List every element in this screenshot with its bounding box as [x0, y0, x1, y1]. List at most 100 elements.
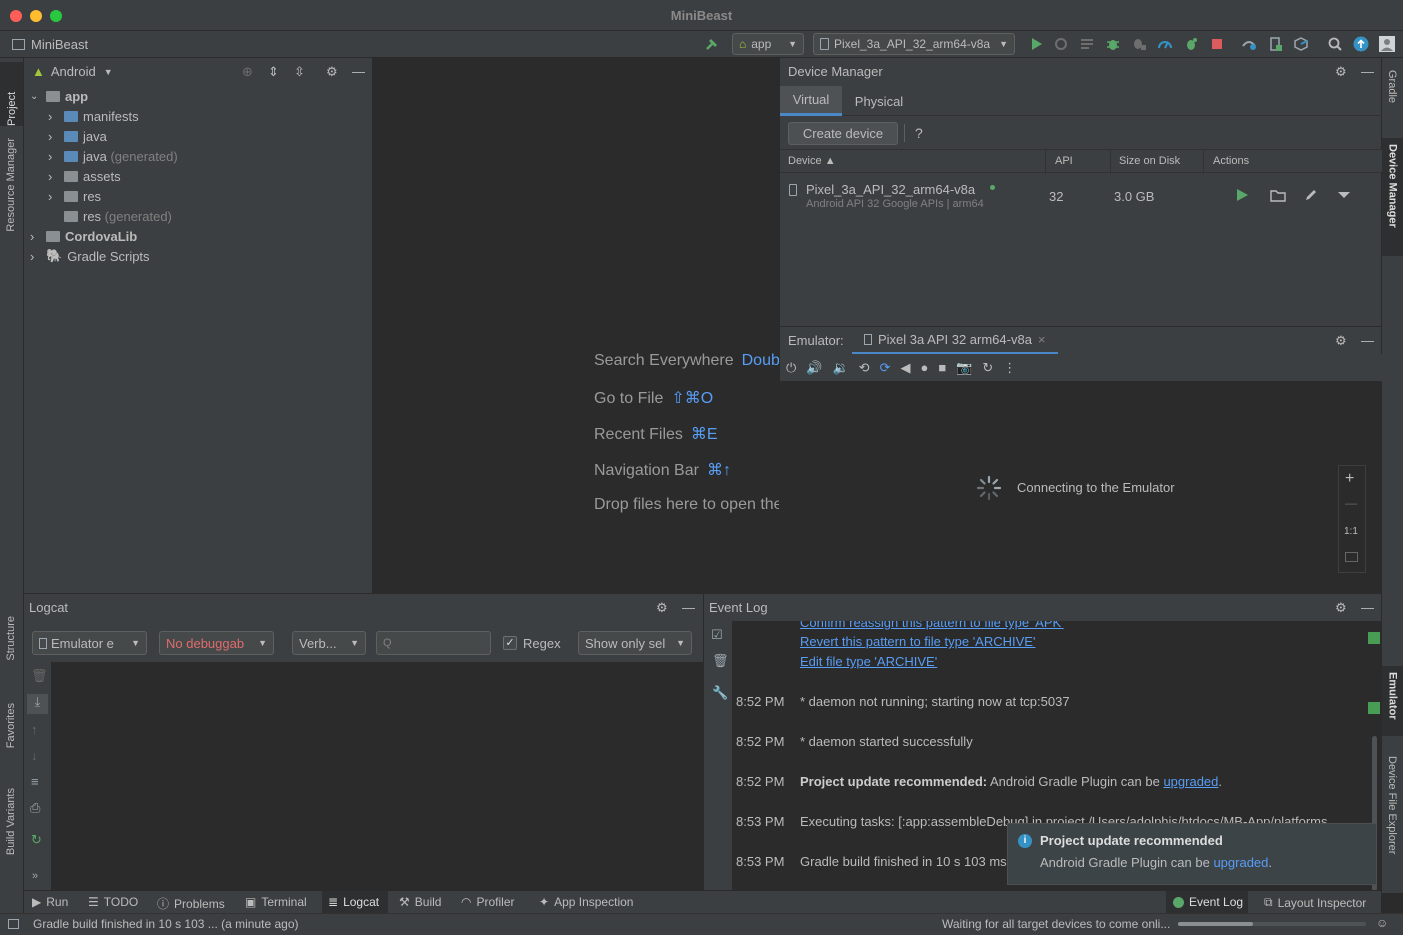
- run-config-combo[interactable]: ⌂ app ▼: [732, 33, 804, 55]
- tree-item-manifests[interactable]: › manifests: [48, 106, 139, 126]
- tab-app-inspection[interactable]: ✦ App Inspection: [539, 895, 633, 909]
- feedback-smiley-icon[interactable]: ☺: [1376, 916, 1388, 930]
- tree-item-cordovalib[interactable]: › CordovaLib: [30, 226, 137, 246]
- hide-panel-icon[interactable]: —: [1361, 64, 1374, 79]
- logcat-level-combo[interactable]: Verb... ▼: [292, 631, 366, 655]
- gear-icon[interactable]: ⚙: [656, 600, 668, 616]
- search-icon[interactable]: [1327, 36, 1343, 52]
- column-api[interactable]: API: [1055, 155, 1073, 167]
- volume-down-icon[interactable]: 🔉: [832, 360, 848, 376]
- trash-icon[interactable]: 🗑: [31, 668, 48, 684]
- folder-open-icon[interactable]: [1270, 188, 1286, 202]
- arrow-up-icon[interactable]: ↑: [31, 722, 38, 737]
- tab-layout-inspector[interactable]: ⧉ Layout Inspector: [1264, 895, 1366, 910]
- event-link[interactable]: Confirm reassign this pattern to file ty…: [800, 621, 1064, 630]
- wrench-settings-icon[interactable]: 🔧: [712, 685, 728, 701]
- tool-windows-toggle-icon[interactable]: [8, 919, 19, 929]
- run-icon[interactable]: [1028, 36, 1044, 52]
- mark-all-read-icon[interactable]: ☑: [711, 627, 723, 643]
- project-view-selector[interactable]: Android: [51, 64, 96, 79]
- hammer-build-icon[interactable]: [704, 36, 720, 52]
- event-link[interactable]: Edit file type 'ARCHIVE': [800, 654, 937, 669]
- tab-profiler[interactable]: ◠ Profiler: [461, 895, 515, 909]
- edit-pencil-icon[interactable]: [1304, 188, 1318, 202]
- expand-all-icon[interactable]: ⇕: [268, 64, 279, 80]
- gear-icon[interactable]: ⚙: [1335, 64, 1347, 80]
- volume-up-icon[interactable]: 🔊: [806, 360, 822, 376]
- column-device[interactable]: Device ▲: [788, 155, 836, 167]
- sync-gradle-icon[interactable]: [1241, 36, 1257, 52]
- print-icon[interactable]: ⎙: [30, 800, 40, 816]
- device-manager-tool-button[interactable]: Device Manager: [1382, 138, 1403, 256]
- debug-icon[interactable]: [1105, 36, 1121, 52]
- status-background-task[interactable]: Waiting for all target devices to come o…: [942, 917, 1170, 931]
- back-icon[interactable]: ◀: [900, 360, 910, 376]
- restart-icon[interactable]: ↻: [31, 832, 42, 848]
- favorites-tool-button[interactable]: Favorites: [5, 703, 17, 751]
- tab-run[interactable]: ▶ Run: [32, 895, 68, 909]
- event-link[interactable]: Revert this pattern to file type 'ARCHIV…: [800, 634, 1035, 649]
- tree-item-java[interactable]: › java: [48, 126, 107, 146]
- arrow-down-icon[interactable]: ↓: [31, 748, 38, 763]
- status-message[interactable]: Gradle build finished in 10 s 103 ... (a…: [33, 917, 299, 931]
- hide-panel-icon[interactable]: —: [1361, 333, 1374, 348]
- sdk-manager-icon[interactable]: [1293, 36, 1309, 52]
- apply-changes-icon[interactable]: [1053, 36, 1069, 52]
- chevron-down-icon[interactable]: ▼: [104, 67, 113, 77]
- collapse-all-icon[interactable]: ⇳: [294, 64, 305, 80]
- trash-icon[interactable]: 🗑: [712, 653, 729, 669]
- fit-screen-icon[interactable]: [1345, 552, 1358, 562]
- device-manager-icon[interactable]: [1267, 36, 1283, 52]
- snapshot-icon[interactable]: ↻: [982, 360, 993, 376]
- logcat-search-input[interactable]: Q: [376, 631, 491, 655]
- scroll-to-end-icon[interactable]: ⤓: [27, 694, 48, 714]
- tree-item-res-generated[interactable]: res (generated): [64, 206, 172, 226]
- gear-icon[interactable]: ⚙: [1335, 600, 1347, 616]
- device-file-explorer-tool-button[interactable]: Device File Explorer: [1386, 756, 1398, 857]
- launch-device-icon[interactable]: [1235, 188, 1249, 202]
- more-chevron-icon[interactable]: »: [32, 870, 38, 882]
- overview-icon[interactable]: ■: [938, 360, 946, 375]
- tab-terminal[interactable]: ▣ Terminal: [245, 895, 307, 909]
- account-icon[interactable]: [1379, 36, 1395, 52]
- hide-panel-icon[interactable]: —: [1361, 600, 1374, 615]
- tab-virtual[interactable]: Virtual: [780, 86, 842, 116]
- emulator-device-tab[interactable]: Pixel 3a API 32 arm64-v8a ×: [852, 327, 1058, 354]
- zoom-in-icon[interactable]: +: [1345, 470, 1354, 488]
- emulator-tool-button[interactable]: Emulator: [1382, 666, 1403, 736]
- locate-icon[interactable]: ⊕: [242, 64, 253, 80]
- gear-icon[interactable]: ⚙: [1335, 333, 1347, 349]
- device-row[interactable]: Pixel_3a_API_32_arm64-v8a Android API 32…: [780, 176, 1382, 218]
- tab-build[interactable]: ⚒ Build: [399, 895, 441, 909]
- gear-icon[interactable]: ⚙: [326, 64, 338, 80]
- upgrade-link[interactable]: upgraded: [1163, 774, 1218, 789]
- apply-code-changes-icon[interactable]: [1079, 36, 1095, 52]
- tree-item-assets[interactable]: › assets: [48, 166, 121, 186]
- gradle-tool-button[interactable]: Gradle: [1386, 70, 1398, 106]
- profile-icon[interactable]: [1157, 36, 1173, 52]
- project-tool-button[interactable]: Project: [0, 62, 23, 126]
- resource-manager-tool-button[interactable]: Resource Manager: [5, 138, 17, 232]
- tab-event-log[interactable]: Event Log: [1173, 895, 1243, 909]
- power-icon[interactable]: ⏻: [786, 360, 796, 376]
- rotate-left-icon[interactable]: ⟲: [859, 360, 870, 376]
- tab-problems[interactable]: ⓘ Problems: [157, 895, 225, 912]
- more-vertical-icon[interactable]: ⋮: [1003, 360, 1016, 376]
- rotate-right-icon[interactable]: ⟳: [880, 360, 891, 376]
- hide-panel-icon[interactable]: —: [682, 600, 695, 615]
- notification-balloon[interactable]: i Project update recommended Android Gra…: [1007, 823, 1377, 885]
- soft-wrap-icon[interactable]: ≡: [31, 774, 39, 789]
- device-combo[interactable]: Pixel_3a_API_32_arm64-v8a ▼: [813, 33, 1015, 55]
- stop-icon[interactable]: [1209, 36, 1225, 52]
- project-breadcrumb[interactable]: MiniBeast: [12, 37, 88, 52]
- close-tab-icon[interactable]: ×: [1038, 332, 1046, 347]
- tab-todo[interactable]: ☰ TODO: [88, 895, 138, 909]
- column-actions[interactable]: Actions: [1213, 155, 1249, 167]
- debug-android-icon[interactable]: [1183, 36, 1199, 52]
- logcat-output[interactable]: [51, 662, 703, 890]
- attach-debugger-icon[interactable]: [1131, 36, 1147, 52]
- tree-item-java-generated[interactable]: › java (generated): [48, 146, 178, 166]
- build-variants-tool-button[interactable]: Build Variants: [5, 788, 17, 858]
- create-device-button[interactable]: Create device: [788, 122, 898, 145]
- editor-area[interactable]: Search EverywhereDouble Shift Go to File…: [373, 58, 779, 593]
